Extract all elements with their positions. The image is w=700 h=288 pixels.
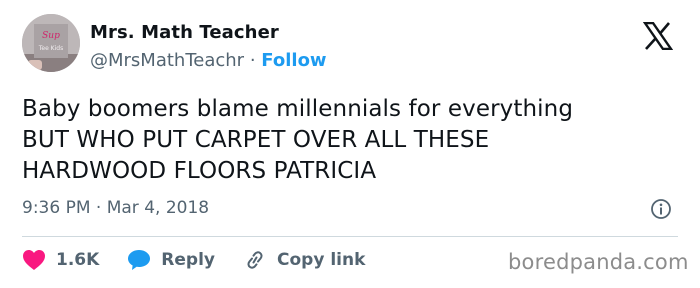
reply-label: Reply [161,250,215,270]
reply-button[interactable]: Reply [127,249,215,271]
tweet-line: HARDWOOD FLOORS PATRICIA [22,158,377,184]
handle-separator: · [249,50,256,71]
like-count: 1.6K [56,250,100,270]
copy-link-button[interactable]: Copy link [243,249,365,271]
tweet-time: 9:36 PM [22,198,91,218]
author-handle-row: @MrsMathTeachr · Follow [90,50,327,71]
author-handle[interactable]: @MrsMathTeachr [90,50,244,71]
tweet-card: Sup Tee Kids Mrs. Math Teacher @MrsMathT… [0,0,700,288]
copy-link-label: Copy link [277,250,366,270]
tweet-line: Baby boomers blame millennials for every… [22,96,574,122]
tweet-text: Baby boomers blame millennials for every… [22,94,682,187]
watermark: boredpanda.com [508,250,689,274]
like-button[interactable]: 1.6K [22,249,99,271]
tweet-timestamp[interactable]: 9:36 PM · Mar 4, 2018 [22,198,209,218]
tweet-line: BUT WHO PUT CARPET OVER ALL THESE [22,127,490,153]
avatar-text-bottom: Tee Kids [38,45,63,52]
divider [22,236,678,237]
heart-icon [23,250,45,270]
follow-button[interactable]: Follow [261,50,326,71]
author-name[interactable]: Mrs. Math Teacher [90,22,279,43]
info-icon[interactable] [650,198,672,220]
action-bar: 1.6K Reply Copy link [22,246,393,274]
avatar-image: Sup Tee Kids [22,14,80,72]
avatar-text-top: Sup [42,31,60,41]
link-icon [247,251,263,269]
x-logo-icon[interactable] [643,22,673,50]
tweet-date: Mar 4, 2018 [106,198,210,218]
avatar[interactable]: Sup Tee Kids [22,14,80,72]
timestamp-separator: · [95,198,102,218]
speech-bubble-icon [128,250,151,270]
